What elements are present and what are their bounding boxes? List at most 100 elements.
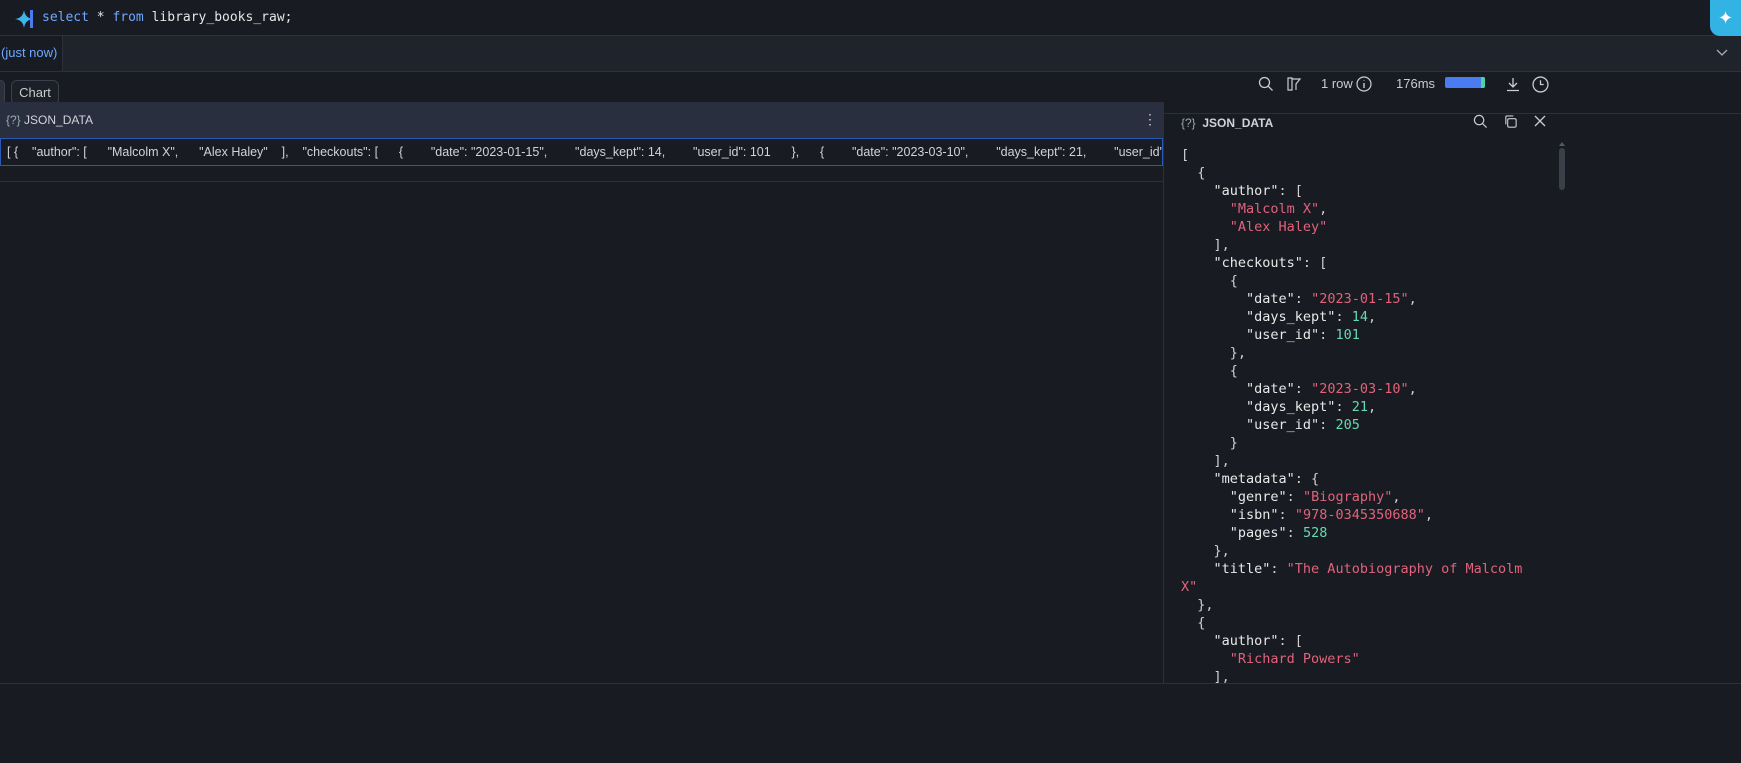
info-icon[interactable] <box>1356 76 1372 92</box>
json-line: { <box>1181 164 1522 182</box>
ai-assistant-button[interactable]: ✦ <box>1710 0 1741 36</box>
tab-history-just-now[interactable]: (just now) <box>0 36 63 71</box>
json-key: "author" <box>1181 183 1279 199</box>
query-duration: 176ms <box>1396 76 1436 91</box>
json-string: "Richard Powers" <box>1181 651 1360 667</box>
json-line: "days_kept": 14, <box>1181 308 1522 326</box>
json-line: "title": "The Autobiography of Malcolm <box>1181 560 1523 578</box>
json-number: 101 <box>1335 327 1360 343</box>
panel-title-text: JSON_DATA <box>1202 116 1274 130</box>
filter-icon[interactable] <box>1286 76 1302 92</box>
json-line: "Malcolm X", <box>1181 200 1522 218</box>
history-clock-icon[interactable] <box>1532 76 1549 93</box>
json-string: X" <box>1181 579 1198 595</box>
json-punctuation: : <box>1278 507 1295 523</box>
json-string: "The Autobiography of Malcolm <box>1286 561 1523 577</box>
json-punctuation: { <box>1181 615 1206 631</box>
download-icon[interactable] <box>1505 76 1521 92</box>
json-punctuation: : [ <box>1278 633 1303 649</box>
json-string: "978-0345350688" <box>1294 507 1425 523</box>
sql-keyword: select <box>42 10 89 25</box>
bottom-border <box>0 683 1741 684</box>
json-punctuation: , <box>1367 399 1377 415</box>
json-line: "metadata": { <box>1181 470 1522 488</box>
json-line: X" <box>1181 578 1522 596</box>
grid-column-header[interactable]: {?} JSON_DATA ⋮ <box>0 102 1163 138</box>
json-string: "Alex Haley" <box>1181 219 1328 235</box>
json-key: "author" <box>1181 633 1279 649</box>
json-line: "author": [ <box>1181 182 1522 200</box>
json-line: "author": [ <box>1181 632 1522 650</box>
json-line: [ <box>1181 146 1522 164</box>
json-line: "date": "2023-01-15", <box>1181 290 1522 308</box>
json-punctuation: , <box>1408 381 1417 397</box>
json-key: "user_id" <box>1181 327 1320 343</box>
json-punctuation: , <box>1319 201 1328 217</box>
panel-divider[interactable] <box>1163 102 1164 684</box>
json-key: "metadata" <box>1181 471 1295 487</box>
json-line: "date": "2023-03-10", <box>1181 380 1522 398</box>
json-line: "genre": "Biography", <box>1181 488 1522 506</box>
json-number: 14 <box>1351 309 1368 325</box>
json-punctuation: : <box>1286 525 1303 541</box>
json-line: "isbn": "978-0345350688", <box>1181 506 1522 524</box>
row-divider <box>0 181 1163 182</box>
json-punctuation: }, <box>1181 543 1230 559</box>
sql-token: library_books_raw; <box>143 10 293 25</box>
scroll-up-arrow-icon[interactable] <box>1558 140 1566 148</box>
json-key: "genre" <box>1181 489 1287 505</box>
json-type-icon: {?} <box>1181 116 1196 130</box>
json-punctuation: , <box>1392 489 1401 505</box>
json-key: "isbn" <box>1181 507 1279 523</box>
table-row[interactable]: [ { "author": [ "Malcolm X", "Alex Haley… <box>0 138 1163 166</box>
json-line: "Richard Powers" <box>1181 650 1522 668</box>
sql-query-input[interactable]: select * from library_books_raw; <box>42 10 292 25</box>
column-header-json-data[interactable]: {?} JSON_DATA <box>6 113 93 127</box>
json-punctuation: : <box>1294 291 1312 307</box>
json-punctuation: } <box>1181 435 1238 451</box>
sql-token: * <box>88 10 113 25</box>
row-count: 1 row <box>1321 76 1353 91</box>
text-cursor <box>30 10 33 28</box>
json-line: "user_id": 205 <box>1181 416 1522 434</box>
search-icon[interactable] <box>1258 76 1274 92</box>
json-key: "date" <box>1181 291 1295 307</box>
json-line: }, <box>1181 344 1522 362</box>
json-number: 205 <box>1335 417 1360 433</box>
json-punctuation: : <box>1335 309 1352 325</box>
json-line: { <box>1181 362 1522 380</box>
json-punctuation: : <box>1294 381 1312 397</box>
json-punctuation: : <box>1319 417 1336 433</box>
json-line: }, <box>1181 596 1522 614</box>
json-string: "Malcolm X" <box>1181 201 1320 217</box>
json-punctuation: : [ <box>1278 183 1303 199</box>
json-viewer: [ { "author": [ "Malcolm X", "Alex Haley… <box>1181 146 1522 686</box>
close-icon[interactable] <box>1533 114 1547 128</box>
json-punctuation: ], <box>1181 453 1230 469</box>
copy-icon[interactable] <box>1503 114 1518 129</box>
json-line: ], <box>1181 452 1522 470</box>
json-scrollbar[interactable] <box>1559 148 1565 190</box>
json-punctuation: : <box>1319 327 1336 343</box>
json-line: "Alex Haley" <box>1181 218 1522 236</box>
sql-keyword: from <box>112 10 144 25</box>
json-punctuation: , <box>1424 507 1433 523</box>
json-punctuation: }, <box>1181 345 1247 361</box>
query-progress-bar <box>1445 77 1485 88</box>
json-key: "days_kept" <box>1181 399 1336 415</box>
chevron-down-icon[interactable] <box>1715 45 1729 59</box>
column-name: JSON_DATA <box>24 113 93 127</box>
json-punctuation: }, <box>1181 597 1214 613</box>
sparkle-icon: ✦ <box>1717 7 1734 28</box>
json-punctuation: ], <box>1181 237 1230 253</box>
json-key: "user_id" <box>1181 417 1320 433</box>
json-number: 21 <box>1351 399 1368 415</box>
json-punctuation: , <box>1367 309 1377 325</box>
json-punctuation: : [ <box>1302 255 1328 271</box>
json-key: "title" <box>1181 561 1271 577</box>
json-punctuation: : <box>1286 489 1303 505</box>
search-icon[interactable] <box>1473 114 1488 129</box>
json-string: "2023-03-10" <box>1311 381 1409 397</box>
kebab-menu-icon[interactable]: ⋮ <box>1143 111 1157 128</box>
json-number: 528 <box>1302 525 1328 541</box>
